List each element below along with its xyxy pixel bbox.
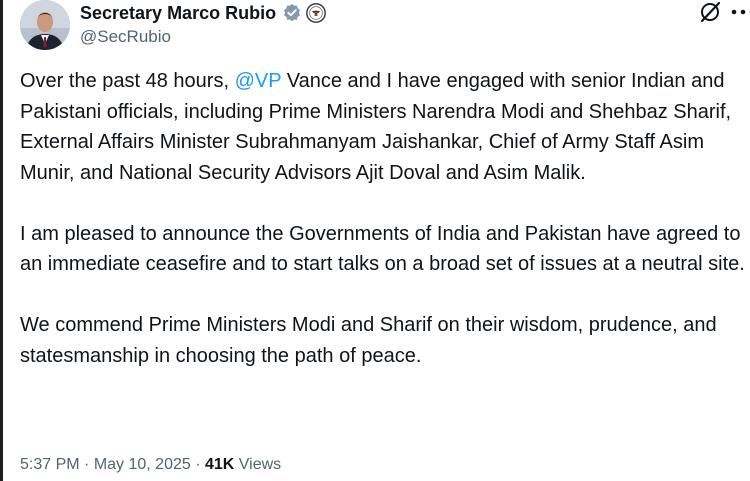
verified-badge-icon[interactable] <box>282 3 302 23</box>
tweet-paragraph-1: Over the past 48 hours, @VP Vance and I … <box>20 66 748 188</box>
state-department-seal-icon <box>306 3 326 23</box>
author-name[interactable]: Secretary Marco Rubio <box>80 3 276 24</box>
mention-link[interactable]: @VP <box>235 70 282 92</box>
author-handle[interactable]: @SecRubio <box>80 27 171 47</box>
views-label: Views <box>234 456 282 473</box>
timestamp-date[interactable]: May 10, 2025 <box>94 456 191 473</box>
tweet-text: Over the past 48 hours, @VP Vance and I … <box>20 66 748 371</box>
grok-icon[interactable] <box>698 0 722 24</box>
tweet-paragraph-2: I am pleased to announce the Governments… <box>20 222 745 276</box>
name-row: Secretary Marco Rubio <box>80 2 326 24</box>
tweet-paragraph-3: We commend Prime Ministers Modi and Shar… <box>20 314 717 367</box>
para1-text-start: Over the past 48 hours, <box>20 70 235 92</box>
meta-separator: · <box>79 456 94 473</box>
tweet-meta: 5:37 PM · May 10, 2025 · 41K Views <box>20 456 281 474</box>
tweet-header: Secretary Marco Rubio @SecRubio <box>20 0 750 56</box>
views-count[interactable]: 41K <box>205 456 234 473</box>
meta-separator: · <box>190 456 205 473</box>
more-icon[interactable] <box>730 4 750 20</box>
avatar[interactable] <box>20 0 70 50</box>
timestamp-time[interactable]: 5:37 PM <box>20 456 80 473</box>
window-edge <box>0 0 3 481</box>
